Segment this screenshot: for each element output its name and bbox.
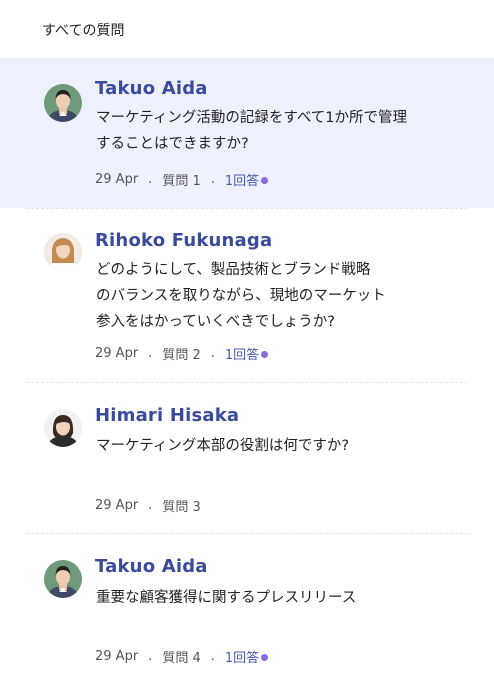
answer-indicator-dot xyxy=(261,177,269,184)
meta-separator: . xyxy=(210,346,215,361)
question-text[interactable]: マーケティング本部の役割は何ですか? xyxy=(96,433,456,459)
meta-separator: . xyxy=(148,498,153,513)
question-text-line: マーケティング本部の役割は何ですか? xyxy=(96,438,350,454)
question-item[interactable]: Takuo Aida 重要な顧客獲得に関するプレスリリース 29 Apr . 質… xyxy=(0,534,494,688)
meta-separator: . xyxy=(148,649,153,664)
question-number: 質問 3 xyxy=(162,500,201,515)
question-text-line: 参入をはかっていくべきでしょうか? xyxy=(96,314,335,330)
question-item[interactable]: Himari Hisaka マーケティング本部の役割は何ですか? 29 Apr … xyxy=(0,383,494,533)
question-number: 質問 4 xyxy=(162,651,201,666)
page-title: すべての質問 xyxy=(42,23,125,39)
avatar[interactable] xyxy=(44,84,82,122)
author-name[interactable]: Takuo Aida xyxy=(95,78,208,99)
author-name[interactable]: Himari Hisaka xyxy=(95,405,239,426)
question-date: 29 Apr xyxy=(95,498,139,513)
meta-separator: . xyxy=(148,346,153,361)
question-text[interactable]: 重要な顧客獲得に関するプレスリリース xyxy=(96,585,456,611)
answer-indicator-dot xyxy=(261,654,269,661)
question-number: 質問 1 xyxy=(162,174,201,189)
avatar[interactable] xyxy=(44,233,82,271)
question-text-line: することはできますか? xyxy=(96,136,249,152)
author-name[interactable]: Takuo Aida xyxy=(95,556,208,577)
author-name[interactable]: Rihoko Fukunaga xyxy=(95,230,272,251)
avatar[interactable] xyxy=(44,409,82,447)
answer-count-link[interactable]: 1回答 xyxy=(225,170,259,189)
question-date: 29 Apr xyxy=(95,172,139,187)
question-date: 29 Apr xyxy=(95,649,139,664)
questions-page: すべての質問 Takuo Aida マーケティング活動の記録をすべて1か所で管理… xyxy=(0,0,494,688)
answer-count-link[interactable]: 1回答 xyxy=(225,344,259,363)
question-meta: 29 Apr . 質問 4 . 1回答 xyxy=(95,647,269,666)
meta-separator: . xyxy=(210,649,215,664)
question-text-line: のバランスを取りながら、現地のマーケット xyxy=(96,288,386,304)
meta-separator: . xyxy=(210,172,215,187)
question-item[interactable]: Takuo Aida マーケティング活動の記録をすべて1か所で管理 することはで… xyxy=(0,58,494,208)
question-text-line: どのようにして、製品技術とブランド戦略 xyxy=(96,262,371,278)
answer-count-link[interactable]: 1回答 xyxy=(225,647,259,666)
question-number: 質問 2 xyxy=(162,348,201,363)
question-text-line: マーケティング活動の記録をすべて1か所で管理 xyxy=(96,110,407,126)
question-meta: 29 Apr . 質問 3 xyxy=(95,496,201,515)
question-text-line: 重要な顧客獲得に関するプレスリリース xyxy=(96,590,357,606)
question-text[interactable]: マーケティング活動の記録をすべて1か所で管理 することはできますか? xyxy=(96,105,456,157)
meta-separator: . xyxy=(148,172,153,187)
question-meta: 29 Apr . 質問 2 . 1回答 xyxy=(95,344,269,363)
question-meta: 29 Apr . 質問 1 . 1回答 xyxy=(95,170,269,189)
avatar[interactable] xyxy=(44,560,82,598)
answer-indicator-dot xyxy=(261,351,269,358)
question-date: 29 Apr xyxy=(95,346,139,361)
question-text[interactable]: どのようにして、製品技術とブランド戦略 のバランスを取りながら、現地のマーケット… xyxy=(96,257,456,335)
question-item[interactable]: Rihoko Fukunaga どのようにして、製品技術とブランド戦略 のバラン… xyxy=(0,209,494,382)
